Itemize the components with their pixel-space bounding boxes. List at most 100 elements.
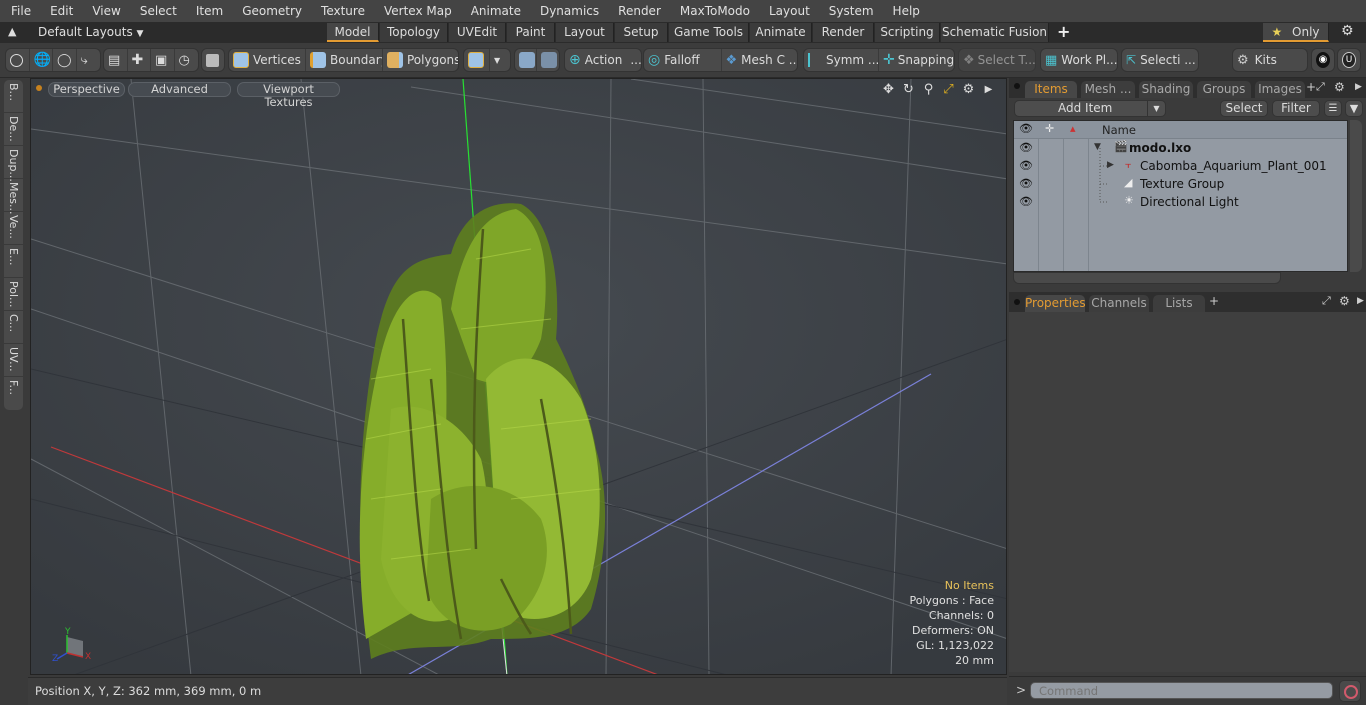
menu-edit[interactable]: Edit bbox=[39, 0, 81, 22]
lasso-button[interactable]: ◯ bbox=[53, 49, 77, 71]
add-tab-icon[interactable]: + bbox=[1306, 80, 1316, 94]
vtab-deform[interactable]: De... bbox=[4, 113, 23, 146]
items-mode-button[interactable] bbox=[202, 49, 224, 71]
auto-select-button[interactable] bbox=[6, 49, 30, 71]
tab-images[interactable]: Images bbox=[1255, 81, 1305, 98]
snapping-button[interactable]: ✛ Snapping bbox=[879, 49, 954, 71]
vtab-duplicate[interactable]: Dup... bbox=[4, 146, 23, 182]
shading-dropdown[interactable]: Advanced bbox=[128, 82, 231, 97]
visibility-eye-icon[interactable]: 👁 bbox=[1019, 159, 1033, 172]
materials-button[interactable] bbox=[464, 49, 490, 71]
viewport-textures-dropdown[interactable]: Viewport Textures bbox=[237, 82, 340, 109]
command-input[interactable] bbox=[1030, 682, 1333, 699]
rotate-icon[interactable]: ↻ bbox=[901, 82, 916, 97]
visibility-eye-icon[interactable]: 👁 bbox=[1019, 195, 1033, 208]
material-dropdown[interactable]: ▼ bbox=[490, 49, 510, 71]
align-button[interactable]: ▤ bbox=[104, 49, 128, 71]
menu-system[interactable]: System bbox=[818, 0, 882, 22]
boundary-button[interactable]: Boundary bbox=[306, 49, 383, 71]
tab-render[interactable]: Render bbox=[813, 23, 874, 42]
unreal-kit-button[interactable]: U bbox=[1338, 49, 1360, 71]
menu-layout[interactable]: Layout bbox=[758, 0, 818, 22]
vtab-edge[interactable]: E... bbox=[4, 245, 23, 278]
3d-viewport[interactable]: Y X Z Perspective Advanced Viewport Text… bbox=[30, 78, 1007, 675]
menu-help[interactable]: Help bbox=[882, 0, 928, 22]
selection-sets-button[interactable]: ⇱ Selecti ... bbox=[1122, 49, 1198, 71]
vtab-polygon[interactable]: Pol... bbox=[4, 278, 23, 311]
vtab-uv[interactable]: UV... bbox=[4, 344, 23, 377]
menu-vertex-map[interactable]: Vertex Map bbox=[373, 0, 460, 22]
play-arrow-icon[interactable]: ▶ bbox=[981, 82, 996, 97]
frame-button[interactable]: ▣ bbox=[151, 49, 175, 71]
items-horizontal-scrollbar[interactable] bbox=[1013, 272, 1281, 284]
gear-icon[interactable]: ⚙ bbox=[1334, 80, 1345, 94]
polygons-button[interactable]: Polygons bbox=[383, 49, 458, 71]
play-arrow-icon[interactable]: ▶ bbox=[1357, 296, 1364, 306]
visibility-column-icon[interactable]: 👁 bbox=[1019, 122, 1033, 135]
gear-icon[interactable]: ⚙ bbox=[1341, 23, 1354, 39]
menu-animate[interactable]: Animate bbox=[460, 0, 529, 22]
add-tab-icon[interactable]: + bbox=[1209, 294, 1219, 308]
tab-properties[interactable]: Properties bbox=[1025, 295, 1086, 312]
name-column-header[interactable]: Name bbox=[1102, 123, 1136, 137]
add-item-dropdown[interactable]: ▼ bbox=[1147, 100, 1166, 117]
world-toggle-button[interactable] bbox=[537, 49, 559, 71]
expand-icon[interactable]: ⤢ bbox=[1316, 80, 1325, 94]
tab-mesh[interactable]: Mesh ... bbox=[1081, 81, 1135, 98]
items-vertical-scrollbar[interactable] bbox=[1350, 120, 1362, 272]
menu-texture[interactable]: Texture bbox=[310, 0, 373, 22]
uv-unwrap-button[interactable]: ✚ bbox=[128, 49, 152, 71]
only-toggle[interactable]: ★ Only bbox=[1263, 23, 1329, 42]
tab-paint[interactable]: Paint bbox=[507, 23, 555, 42]
perspective-dropdown[interactable]: Perspective bbox=[48, 82, 125, 97]
vtab-mesh-edit[interactable]: Mes... bbox=[4, 179, 23, 214]
visibility-eye-icon[interactable]: 👁 bbox=[1019, 141, 1033, 154]
add-item-button[interactable]: Add Item bbox=[1014, 100, 1166, 117]
gear-icon[interactable]: ⚙ bbox=[1339, 294, 1350, 308]
expand-icon[interactable]: ⤢ bbox=[1322, 294, 1331, 308]
tab-layout[interactable]: Layout bbox=[556, 23, 614, 42]
tab-items[interactable]: Items bbox=[1025, 81, 1077, 98]
kits-button[interactable]: ⚙ Kits bbox=[1233, 49, 1307, 71]
symmetry-button[interactable]: Symm ... bbox=[804, 49, 879, 71]
pan-icon[interactable]: ✥ bbox=[881, 82, 896, 97]
globe-select-button[interactable]: 🌐 bbox=[30, 49, 54, 71]
add-tab-button[interactable]: + bbox=[1057, 22, 1070, 41]
work-plane-button[interactable]: ▦ Work Pl... bbox=[1041, 49, 1117, 71]
filter-button[interactable]: Filter bbox=[1272, 100, 1320, 117]
modo-cube-kit-button[interactable]: ◉ bbox=[1312, 49, 1334, 71]
menu-view[interactable]: View bbox=[81, 0, 128, 22]
list-item[interactable]: 👁 ▶ ⫟ Cabomba_Aquarium_Plant_001 bbox=[1014, 157, 1347, 175]
vertices-button[interactable]: Vertices bbox=[229, 49, 306, 71]
tab-groups[interactable]: Groups bbox=[1197, 81, 1251, 98]
tab-shading[interactable]: Shading bbox=[1139, 81, 1193, 98]
mesh-constraints-button[interactable]: ❖ Mesh C ... bbox=[722, 49, 798, 71]
funnel-filter-button[interactable]: ▼ bbox=[1345, 100, 1363, 117]
tab-model[interactable]: Model bbox=[327, 23, 379, 42]
visibility-eye-icon[interactable]: 👁 bbox=[1019, 177, 1033, 190]
type-column-icon[interactable]: ▴ bbox=[1070, 122, 1076, 135]
tab-scripting[interactable]: Scripting bbox=[875, 23, 940, 42]
menu-maxtomodo[interactable]: MaxToModo bbox=[669, 0, 758, 22]
tab-lists[interactable]: Lists bbox=[1153, 295, 1205, 312]
menu-render[interactable]: Render bbox=[607, 0, 669, 22]
symmetry-toggle-button[interactable] bbox=[515, 49, 538, 71]
lock-column-icon[interactable]: ✛ bbox=[1045, 122, 1054, 135]
vtab-basic[interactable]: B... bbox=[4, 80, 23, 113]
list-options-button[interactable]: ☰ bbox=[1324, 100, 1342, 117]
tab-setup[interactable]: Setup bbox=[615, 23, 668, 42]
tab-uvedit[interactable]: UVEdit bbox=[449, 23, 506, 42]
list-item[interactable]: 👁 ◢ Texture Group bbox=[1014, 175, 1347, 193]
vtab-curve[interactable]: C... bbox=[4, 311, 23, 344]
tab-schematic-fusion[interactable]: Schematic Fusion bbox=[941, 23, 1049, 42]
menu-file[interactable]: File bbox=[0, 0, 39, 22]
menu-item[interactable]: Item bbox=[185, 0, 231, 22]
timer-button[interactable]: ◷ bbox=[175, 49, 198, 71]
default-layouts-dropdown[interactable]: Default Layouts ▼ bbox=[38, 22, 143, 43]
tab-topology[interactable]: Topology bbox=[380, 23, 448, 42]
tab-animate[interactable]: Animate bbox=[750, 23, 812, 42]
list-item[interactable]: 👁 ☀ Directional Light bbox=[1014, 193, 1347, 211]
tab-channels[interactable]: Channels bbox=[1089, 295, 1149, 312]
list-item[interactable]: 👁 ▼ 🎬 modo.lxo bbox=[1014, 139, 1347, 157]
menu-select[interactable]: Select bbox=[129, 0, 185, 22]
